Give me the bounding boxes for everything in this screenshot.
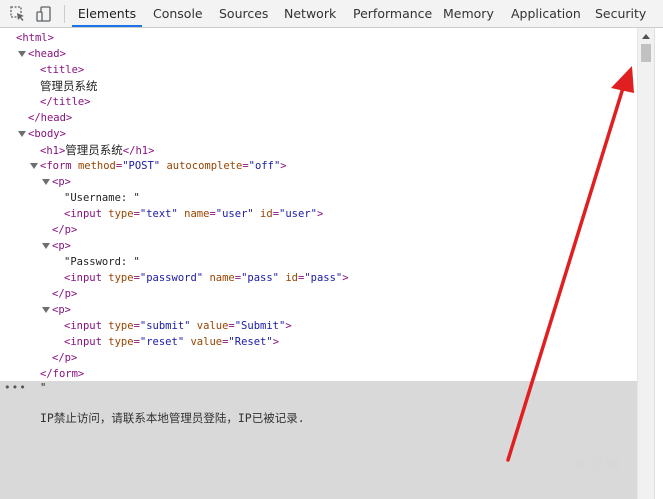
styles-pane-edge	[654, 28, 663, 499]
tab-security[interactable]: Security	[595, 0, 646, 27]
expand-triangle-icon[interactable]	[30, 163, 38, 169]
dom-node-html[interactable]: <html>	[16, 30, 54, 46]
more-options-icon[interactable]: •••	[4, 382, 27, 393]
tab-network[interactable]: Network	[284, 0, 336, 27]
toolbar-divider	[64, 5, 65, 23]
tab-sources[interactable]: Sources	[219, 0, 268, 27]
dom-node-title[interactable]: <title>	[40, 62, 84, 78]
ip-ban-message-text[interactable]: IP禁止访问，请联系本地管理员登陆，IP已被记录.	[40, 410, 305, 426]
dom-node-p-close: </p>	[52, 288, 78, 300]
username-text-node[interactable]: "Username: "	[64, 190, 140, 206]
expand-triangle-icon[interactable]	[42, 179, 50, 185]
snowflake-icon: ❄	[575, 457, 587, 473]
dom-node-head-close: </head>	[28, 112, 73, 124]
vertical-scrollbar[interactable]	[637, 28, 654, 499]
dom-node-input-reset[interactable]: <input type="reset" value="Reset">	[64, 334, 279, 350]
scroll-thumb[interactable]	[641, 44, 651, 62]
expand-triangle-icon[interactable]	[18, 51, 26, 57]
dom-node-form-close: </form>	[40, 368, 85, 380]
selected-node-highlight[interactable]	[0, 381, 637, 499]
dom-node-form[interactable]: <form method="POST" autocomplete="off">	[40, 158, 287, 174]
title-text-node[interactable]: 管理员系统	[40, 78, 98, 94]
dom-node-p[interactable]: <p>	[52, 238, 71, 254]
dom-node-input-user[interactable]: <input type="text" name="user" id="user"…	[64, 206, 323, 222]
password-text-node[interactable]: "Password: "	[64, 254, 140, 270]
tab-elements[interactable]: Elements	[72, 0, 142, 27]
tab-performance[interactable]: Performance	[353, 0, 432, 27]
dom-node-p-close: </p>	[52, 224, 78, 236]
dom-node-h1[interactable]: <h1>管理员系统</h1>	[40, 142, 154, 158]
elements-dom-tree: ••• <html> <head> <title> 管理员系统 </title>…	[0, 28, 637, 499]
expand-triangle-icon[interactable]	[42, 243, 50, 249]
watermark-logo: ❄ 亿速	[575, 457, 620, 473]
dom-node-head[interactable]: <head>	[28, 46, 66, 62]
devtools-toolbar: Elements Console Sources Network Perform…	[0, 0, 663, 28]
inspect-element-icon[interactable]	[10, 6, 26, 22]
tab-application[interactable]: Application	[511, 0, 581, 27]
dom-node-input-submit[interactable]: <input type="submit" value="Submit">	[64, 318, 292, 334]
dom-node-body[interactable]: <body>	[28, 126, 66, 142]
dom-node-p[interactable]: <p>	[52, 302, 71, 318]
expand-triangle-icon[interactable]	[18, 131, 26, 137]
dom-node-p[interactable]: <p>	[52, 174, 71, 190]
device-toolbar-icon[interactable]	[36, 6, 52, 22]
dom-node-input-pass[interactable]: <input type="password" name="pass" id="p…	[64, 270, 349, 286]
scroll-up-arrow-icon[interactable]	[642, 34, 650, 39]
selected-text-node-quote: "	[40, 382, 47, 394]
expand-triangle-icon[interactable]	[42, 307, 50, 313]
dom-node-p-close: </p>	[52, 352, 78, 364]
tab-memory[interactable]: Memory	[443, 0, 494, 27]
dom-node-title-close: </title>	[40, 96, 91, 108]
tab-console[interactable]: Console	[153, 0, 203, 27]
